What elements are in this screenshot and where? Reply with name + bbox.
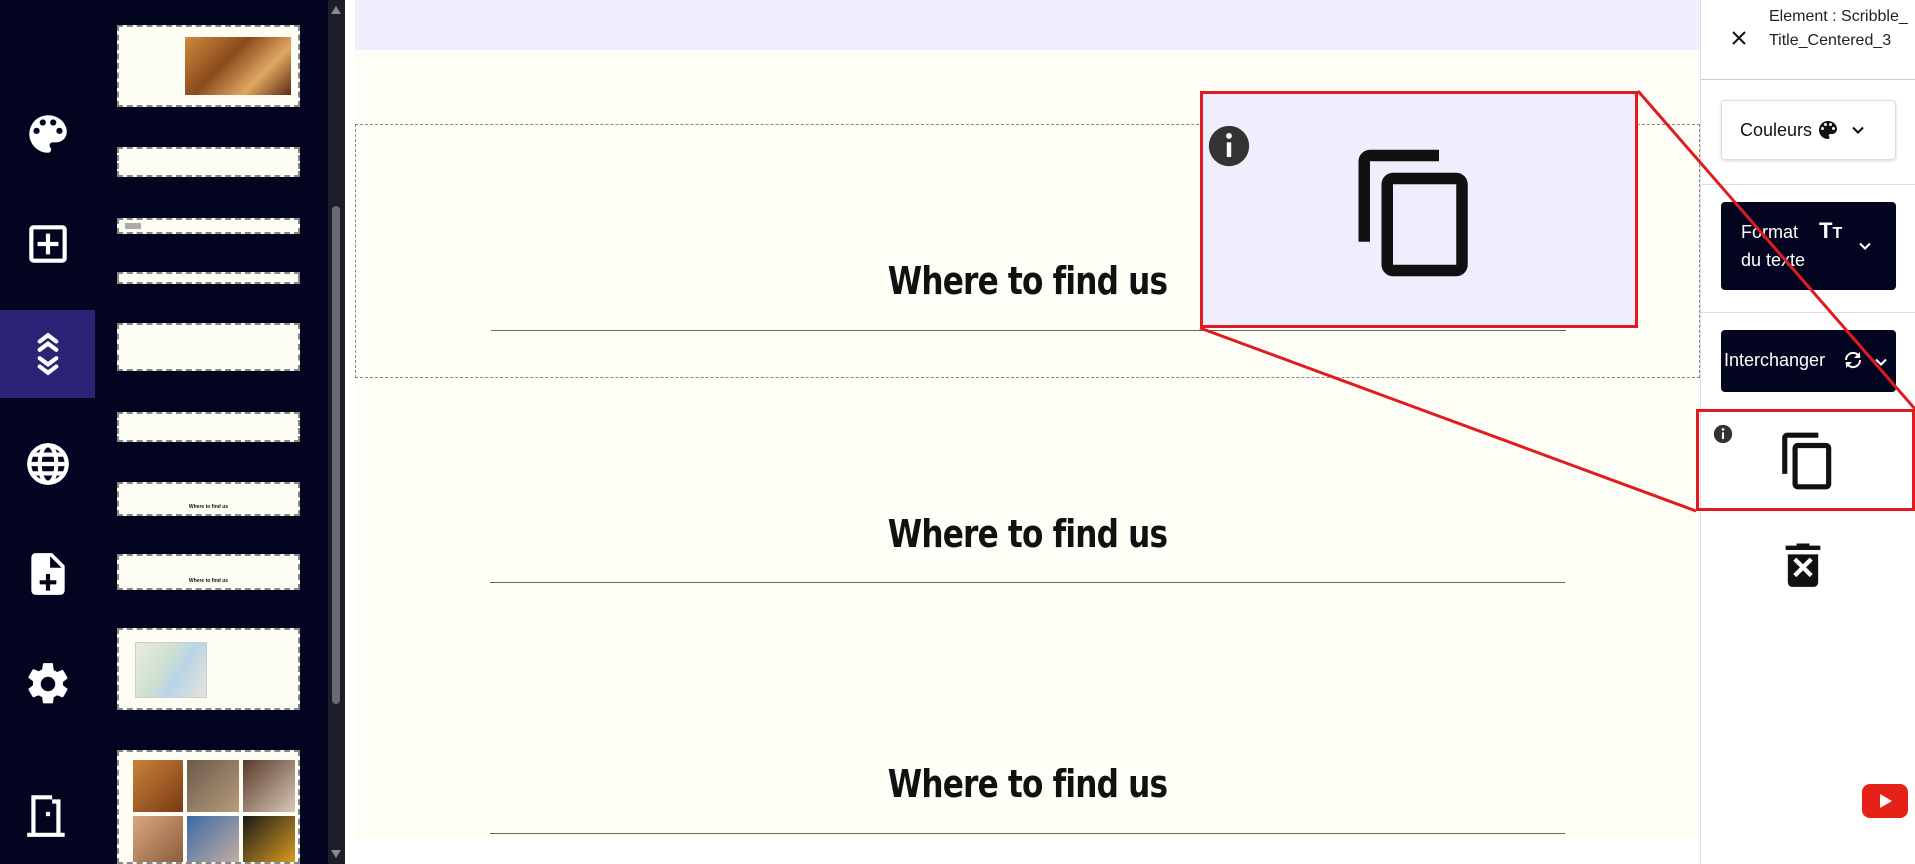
youtube-icon[interactable] <box>1862 784 1908 818</box>
left-icon-rail <box>0 0 95 864</box>
palette-icon <box>1819 121 1838 139</box>
rail-item-add-page[interactable] <box>0 530 95 618</box>
thumbnail-section[interactable] <box>117 218 300 234</box>
title-section[interactable]: Where to find us <box>355 440 1700 600</box>
thumbnail-image <box>185 37 291 95</box>
delete-icon <box>1785 543 1821 587</box>
copy-icon <box>1358 149 1468 277</box>
text-format-label: Format du texte <box>1741 222 1806 270</box>
section-divider <box>490 582 1565 583</box>
colors-button[interactable]: Couleurs <box>1721 100 1896 160</box>
thumbnail-map[interactable] <box>117 628 300 710</box>
chevron-down-icon <box>1875 358 1887 366</box>
sync-icon <box>1844 351 1862 369</box>
section-divider <box>491 330 1566 331</box>
title-section[interactable]: Where to find us <box>355 690 1700 850</box>
scroll-up-arrow[interactable] <box>331 6 341 14</box>
thumbnail-section[interactable] <box>117 272 300 284</box>
chevron-down-icon <box>1859 242 1871 250</box>
section-thumbnails-panel: Where to find us Where to find us <box>95 0 345 864</box>
text-format-button[interactable]: Format du texte TT <box>1721 202 1896 290</box>
thumbnail-section[interactable] <box>117 147 300 177</box>
rail-item-exit[interactable] <box>0 770 95 858</box>
thumbnail-title-text: Where to find us <box>188 578 229 584</box>
section-title: Where to find us <box>887 762 1168 806</box>
section-divider <box>490 833 1565 834</box>
scrollbar-thumb[interactable] <box>332 206 340 704</box>
panel-divider <box>1701 312 1915 313</box>
gallery-image <box>133 760 183 812</box>
palette-icon <box>28 115 67 153</box>
thumbnail-gallery[interactable] <box>117 750 300 864</box>
close-icon[interactable] <box>1727 26 1751 50</box>
zoom-callout <box>1200 91 1638 328</box>
gallery-image <box>243 760 295 812</box>
panel-divider <box>1701 184 1915 185</box>
swap-label: Interchanger <box>1724 350 1826 370</box>
colors-label: Couleurs <box>1740 119 1813 140</box>
rail-item-colors[interactable] <box>0 90 95 178</box>
canvas-top-band <box>355 0 1700 50</box>
rail-item-settings[interactable] <box>0 640 95 728</box>
add-page-icon <box>30 553 65 595</box>
chevron-down-icon <box>1852 126 1864 134</box>
zoom-target-highlight <box>1696 409 1915 511</box>
thumbnail-hero[interactable] <box>117 25 300 107</box>
reorder-icon <box>37 332 58 376</box>
panel-header: Element : Scribble_Title_Centered_3 <box>1701 0 1915 80</box>
gallery-image <box>187 760 239 812</box>
gallery-image <box>133 816 183 862</box>
thumbnail-section[interactable] <box>117 323 300 371</box>
section-title: Where to find us <box>887 512 1168 556</box>
text-size-icon: TT <box>1819 218 1843 243</box>
selected-element-name: Element : Scribble_Title_Centered_3 <box>1769 8 1908 49</box>
gallery-image <box>243 816 295 862</box>
globe-icon <box>26 443 69 485</box>
add-box-icon <box>28 225 67 263</box>
thumbnail-tag <box>125 223 141 229</box>
thumbnails-scrollbar[interactable] <box>328 0 345 864</box>
thumbnail-title[interactable]: Where to find us <box>117 482 300 516</box>
rail-item-add-section[interactable] <box>0 200 95 288</box>
play-icon <box>1880 794 1892 808</box>
exit-door-icon <box>26 795 65 837</box>
rail-item-website[interactable] <box>0 420 95 508</box>
rail-item-reorder[interactable] <box>0 310 95 398</box>
gear-icon <box>27 663 67 704</box>
delete-button[interactable] <box>1701 535 1915 595</box>
thumbnail-section[interactable] <box>117 412 300 442</box>
scroll-down-arrow[interactable] <box>331 850 341 858</box>
thumbnail-title[interactable]: Where to find us <box>117 554 300 590</box>
gallery-image <box>187 816 239 862</box>
map-thumbnail-image <box>135 642 207 698</box>
swap-button[interactable]: Interchanger <box>1721 330 1896 392</box>
thumbnail-title-text: Where to find us <box>188 504 229 510</box>
info-icon <box>1208 125 1250 167</box>
